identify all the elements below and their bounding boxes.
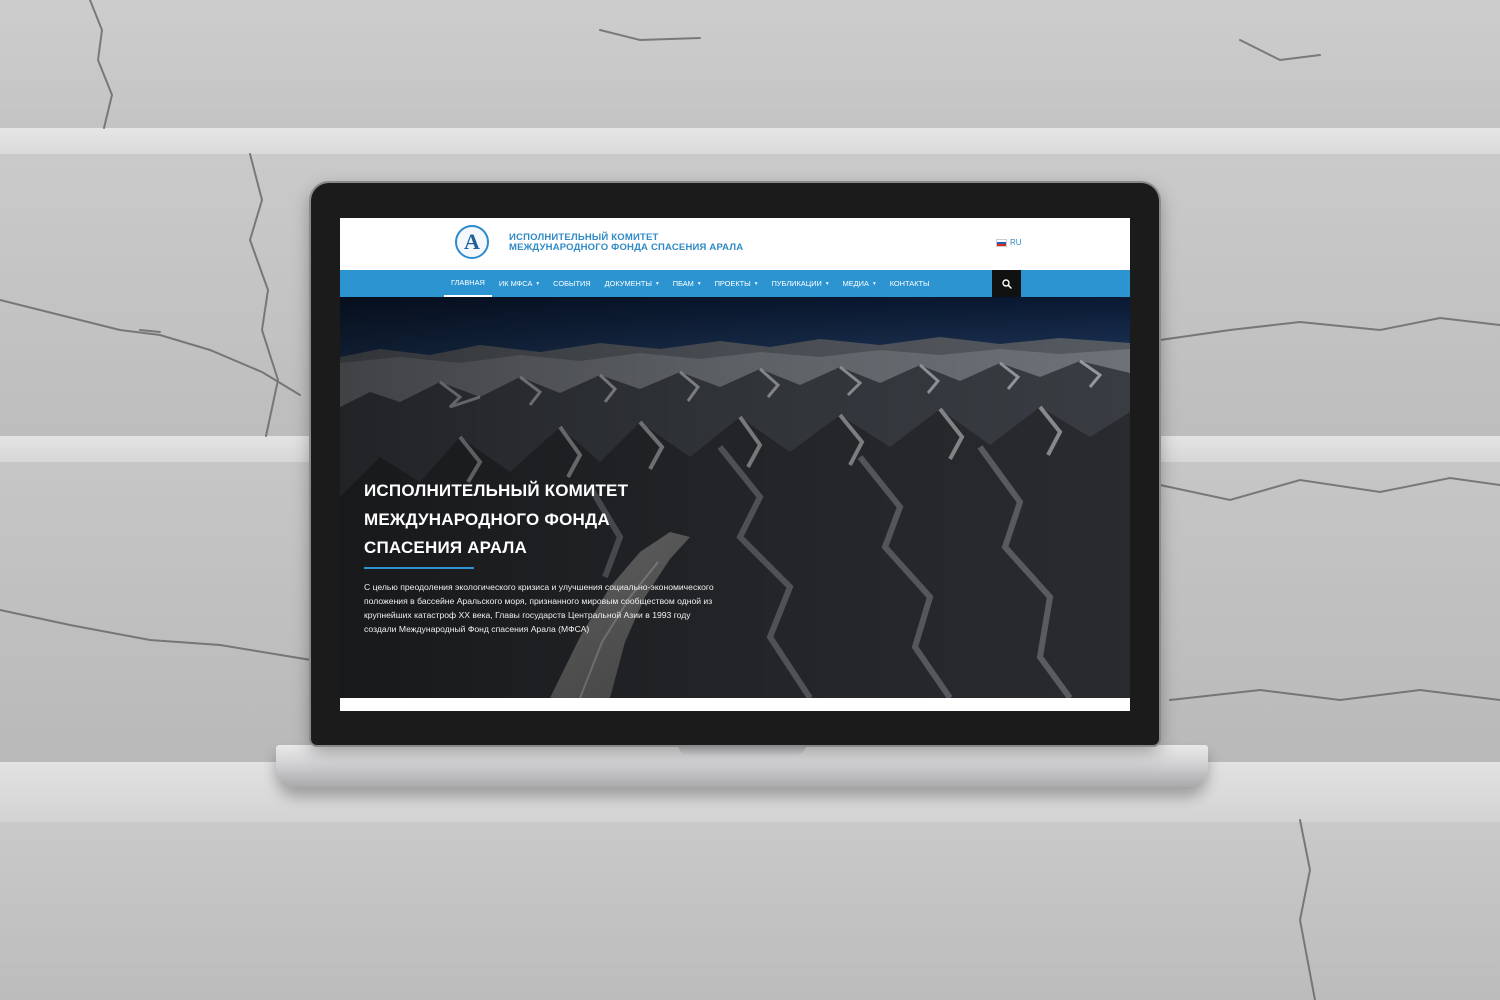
nav-item-label: ИК МФСА xyxy=(498,279,533,288)
logo[interactable]: A xyxy=(455,225,489,259)
hero-description: С целью преодоления экологического кризи… xyxy=(364,582,714,634)
chevron-down-icon: ▾ xyxy=(697,280,701,287)
laptop-lid: A ИСПОЛНИТЕЛЬНЫЙ КОМИТЕТ МЕЖДУНАРОДНОГО … xyxy=(311,183,1159,745)
nav-item-label: ДОКУМЕНТЫ xyxy=(604,279,652,288)
chevron-down-icon: ▾ xyxy=(536,280,540,287)
nav-item-8[interactable]: МЕДИА ▾ xyxy=(836,270,883,297)
chevron-down-icon: ▾ xyxy=(825,280,829,287)
nav-item-2[interactable]: ИК МФСА ▾ xyxy=(492,270,546,297)
nav-item-label: ГЛАВНАЯ xyxy=(451,278,485,287)
hero-title: ИСПОЛНИТЕЛЬНЫЙ КОМИТЕТ МЕЖДУНАРОДНОГО ФО… xyxy=(364,477,724,563)
hero-accent-rule xyxy=(364,567,474,569)
nav-item-7[interactable]: ПУБЛИКАЦИИ ▾ xyxy=(764,270,835,297)
main-navigation: ГЛАВНАЯ ИК МФСА ▾ СОБЫТИЯ ДОКУМЕНТЫ ▾ ПБАМ ▾ ПРО… xyxy=(340,270,1130,297)
nav-item-label: ПРОЕКТЫ xyxy=(714,279,751,288)
nav-item-label: ПБАМ xyxy=(672,279,694,288)
hero-title-line-3: СПАСЕНИЯ АРАЛА xyxy=(364,538,528,557)
hero-section: ИСПОЛНИТЕЛЬНЫЙ КОМИТЕТ МЕЖДУНАРОДНОГО ФО… xyxy=(340,297,1130,698)
nav-item-label: КОНТАКТЫ xyxy=(889,279,930,288)
search-button[interactable] xyxy=(992,270,1021,297)
hero-title-line-2: МЕЖДУНАРОДНОГО ФОНДА xyxy=(364,509,610,529)
language-label: RU xyxy=(1010,238,1022,247)
hero-title-line-1: ИСПОЛНИТЕЛЬНЫЙ КОМИТЕТ xyxy=(364,481,629,500)
chevron-down-icon: ▾ xyxy=(872,280,876,287)
nav-items: ГЛАВНАЯ ИК МФСА ▾ СОБЫТИЯ ДОКУМЕНТЫ ▾ ПБАМ ▾ ПРО… xyxy=(444,270,937,297)
nav-item-label: СОБЫТИЯ xyxy=(553,279,591,288)
content-strip xyxy=(340,698,1130,711)
russian-flag-icon xyxy=(996,238,1007,247)
nav-item-6[interactable]: ПРОЕКТЫ ▾ xyxy=(708,270,765,297)
language-switcher[interactable]: RU xyxy=(996,238,1022,247)
nav-item-5[interactable]: ПБАМ ▾ xyxy=(666,270,708,297)
search-icon xyxy=(1001,278,1012,289)
site-header: A ИСПОЛНИТЕЛЬНЫЙ КОМИТЕТ МЕЖДУНАРОДНОГО … xyxy=(340,218,1130,270)
nav-item-9[interactable]: КОНТАКТЫ xyxy=(883,270,937,297)
chevron-down-icon: ▾ xyxy=(655,280,659,287)
nav-item-3[interactable]: СОБЫТИЯ xyxy=(546,270,597,297)
site-title-line-2: МЕЖДУНАРОДНОГО ФОНДА СПАСЕНИЯ АРАЛА xyxy=(509,242,744,253)
nav-item-label: МЕДИА xyxy=(842,279,869,288)
nav-item-label: ПУБЛИКАЦИИ xyxy=(771,279,822,288)
nav-item-1[interactable]: ГЛАВНАЯ xyxy=(444,270,492,297)
site-title[interactable]: ИСПОЛНИТЕЛЬНЫЙ КОМИТЕТ МЕЖДУНАРОДНОГО ФО… xyxy=(509,233,809,253)
nav-item-4[interactable]: ДОКУМЕНТЫ ▾ xyxy=(598,270,666,297)
laptop-screen: A ИСПОЛНИТЕЛЬНЫЙ КОМИТЕТ МЕЖДУНАРОДНОГО … xyxy=(340,218,1130,711)
chevron-down-icon: ▾ xyxy=(754,280,758,287)
